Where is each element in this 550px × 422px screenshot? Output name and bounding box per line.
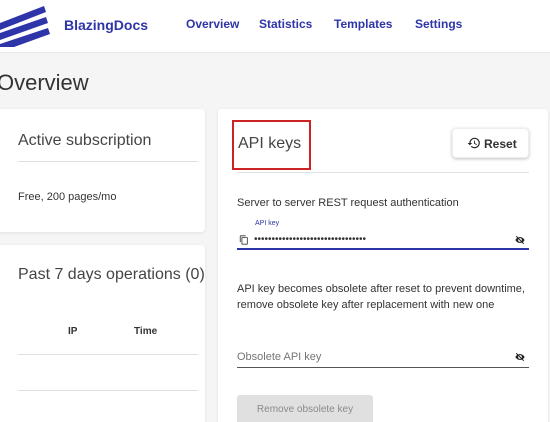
api-key-field[interactable] (254, 233, 504, 245)
divider (18, 161, 198, 162)
eye-off-icon[interactable] (514, 235, 526, 245)
brand-name[interactable]: BlazingDocs (64, 17, 148, 33)
page-title: Overview (0, 70, 89, 95)
nav-overview[interactable]: Overview (186, 17, 239, 31)
obsolete-key-underline (237, 367, 529, 368)
top-navbar: BlazingDocs Overview Statistics Template… (0, 0, 550, 53)
reset-button[interactable]: Reset (452, 128, 529, 158)
obsolete-api-key-field[interactable] (237, 350, 497, 363)
nav-settings[interactable]: Settings (415, 17, 462, 31)
copy-icon[interactable] (239, 234, 249, 246)
subscription-plan: Free, 200 pages/mo (18, 191, 117, 203)
auth-description: Server to server REST request authentica… (237, 197, 459, 209)
history-icon (467, 137, 480, 149)
table-header-divider (18, 354, 198, 355)
reset-label: Reset (484, 137, 517, 151)
subscription-card: Active subscription Free, 200 pages/mo (0, 109, 205, 232)
api-key-underline (237, 248, 529, 250)
nav-templates[interactable]: Templates (334, 17, 392, 31)
subscription-title: Active subscription (18, 132, 152, 149)
remove-obsolete-key-button[interactable]: Remove obsolete key (237, 395, 373, 422)
column-header-ip[interactable]: IP (68, 326, 77, 337)
column-header-time[interactable]: Time (134, 326, 157, 337)
obsolete-description: API key becomes obsolete after reset to … (237, 283, 525, 311)
operations-card: Past 7 days operations (0) (0, 245, 205, 422)
highlight-box (232, 120, 311, 170)
nav-statistics[interactable]: Statistics (259, 17, 312, 31)
table-row-divider (18, 390, 198, 391)
logo-icon[interactable] (0, 3, 50, 47)
eye-off-icon[interactable] (514, 352, 526, 362)
operations-title: Past 7 days operations (0) (18, 266, 205, 283)
divider (237, 172, 529, 173)
api-key-label: API key (255, 220, 280, 227)
